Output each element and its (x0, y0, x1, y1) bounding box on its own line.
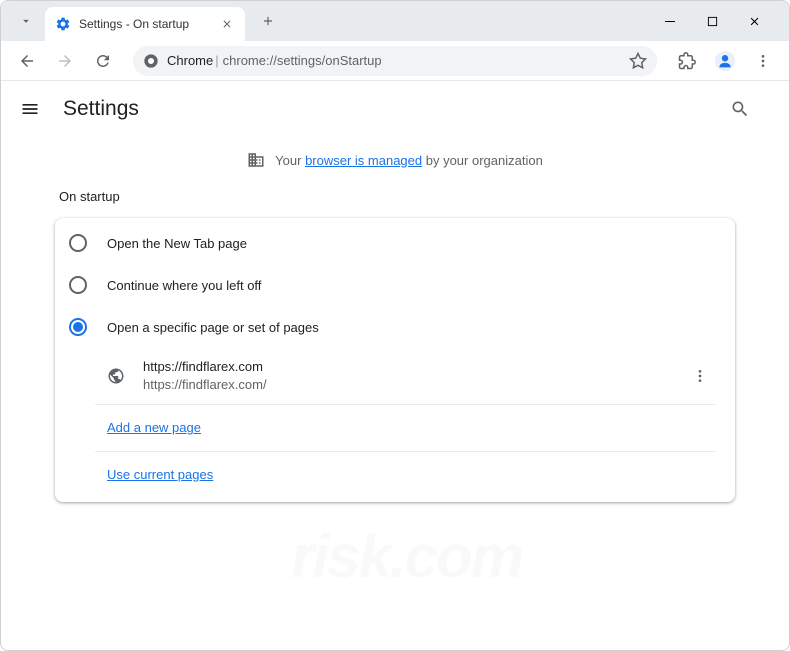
maximize-button[interactable] (697, 6, 727, 36)
tab-title: Settings - On startup (79, 17, 211, 31)
url-scheme-label: Chrome (167, 53, 213, 68)
back-button[interactable] (11, 45, 43, 77)
tab-close-button[interactable] (219, 16, 235, 32)
radio-option-continue[interactable]: Continue where you left off (55, 264, 735, 306)
bookmark-star-icon[interactable] (629, 52, 647, 70)
section-title: On startup (55, 183, 735, 218)
building-icon (247, 151, 265, 169)
settings-favicon-icon (55, 16, 71, 32)
forward-button[interactable] (49, 45, 81, 77)
radio-icon (69, 276, 87, 294)
banner-suffix: by your organization (422, 153, 543, 168)
radio-label: Open the New Tab page (107, 236, 247, 251)
chrome-menu-button[interactable] (747, 45, 779, 77)
add-page-link[interactable]: Add a new page (107, 420, 201, 435)
managed-banner: Your browser is managed by your organiza… (1, 137, 789, 183)
hamburger-menu-button[interactable] (15, 94, 45, 124)
radio-option-specific[interactable]: Open a specific page or set of pages (55, 306, 735, 348)
managed-link[interactable]: browser is managed (305, 153, 422, 168)
content-area: Your browser is managed by your organiza… (1, 137, 789, 650)
profile-button[interactable] (709, 45, 741, 77)
new-tab-button[interactable] (253, 6, 283, 36)
page-title: Settings (63, 97, 139, 121)
banner-prefix: Your (275, 153, 305, 168)
address-bar[interactable]: Chrome | chrome://settings/onStartup (133, 46, 657, 76)
tab-search-dropdown[interactable] (11, 7, 41, 35)
settings-header: Settings (1, 81, 789, 137)
radio-icon (69, 234, 87, 252)
radio-label: Continue where you left off (107, 278, 261, 293)
browser-tab[interactable]: Settings - On startup (45, 7, 245, 41)
minimize-button[interactable] (655, 6, 685, 36)
radio-icon (69, 318, 87, 336)
reload-button[interactable] (87, 45, 119, 77)
titlebar: Settings - On startup (1, 1, 789, 41)
page-more-button[interactable] (685, 361, 715, 391)
close-window-button[interactable] (739, 6, 769, 36)
url-text: chrome://settings/onStartup (223, 53, 621, 68)
use-current-link[interactable]: Use current pages (107, 467, 213, 482)
startup-page-url: https://findflarex.com/ (143, 376, 667, 394)
startup-page-row: https://findflarex.com https://findflare… (95, 348, 715, 405)
radio-label: Open a specific page or set of pages (107, 320, 319, 335)
search-settings-button[interactable] (725, 94, 755, 124)
startup-card: Open the New Tab page Continue where you… (55, 218, 735, 502)
globe-icon (107, 367, 125, 385)
chrome-icon (143, 53, 159, 69)
startup-page-title: https://findflarex.com (143, 358, 667, 376)
radio-option-newtab[interactable]: Open the New Tab page (55, 222, 735, 264)
extensions-button[interactable] (671, 45, 703, 77)
toolbar: Chrome | chrome://settings/onStartup (1, 41, 789, 81)
